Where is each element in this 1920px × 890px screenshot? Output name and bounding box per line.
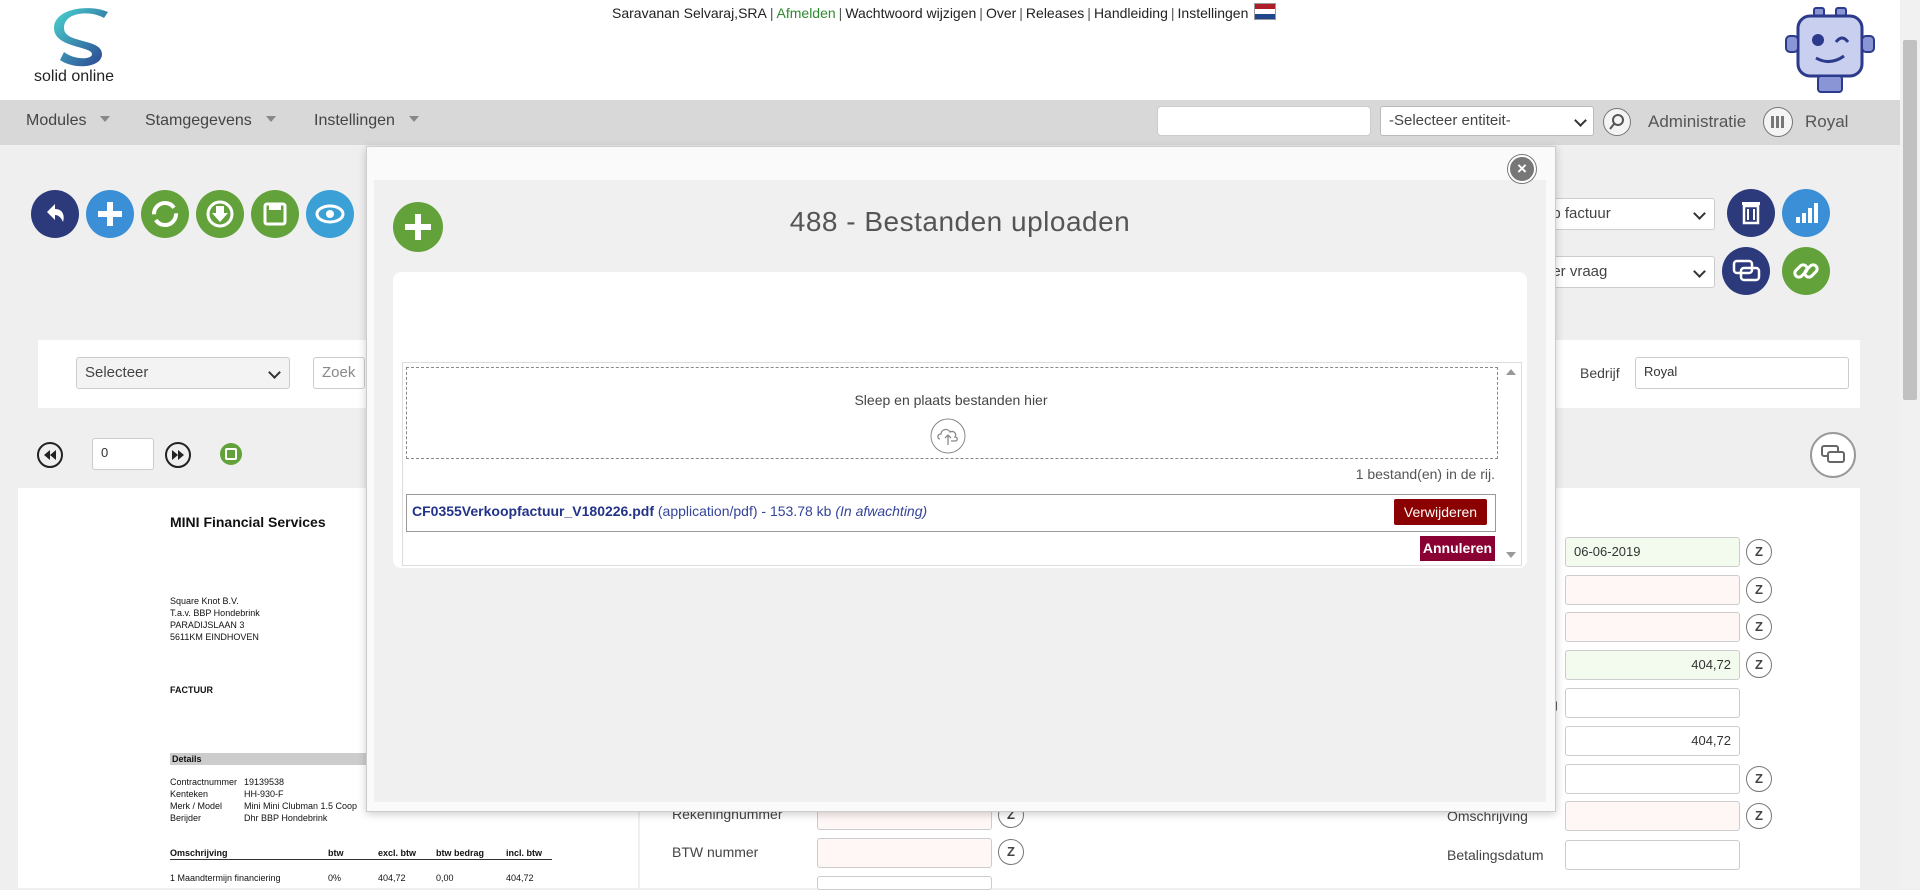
modal-title: 488 - Bestanden uploaden — [789, 206, 1131, 237]
cloud-upload-icon — [930, 418, 966, 454]
file-name: CF0355Verkoopfactuur_V180226.pdf — [412, 503, 654, 519]
dropzone-text: Sleep en plaats bestanden hier — [854, 392, 1048, 408]
close-icon[interactable]: × — [1508, 155, 1536, 183]
file-status: (In afwachting) — [835, 503, 928, 519]
file-meta: (application/pdf) - 153.78 kb — [657, 503, 832, 519]
remove-file-button[interactable]: Verwijderen — [1394, 499, 1487, 525]
page-scrollbar-thumb[interactable] — [1903, 40, 1917, 400]
scroll-up-arrow-icon[interactable] — [1506, 369, 1516, 375]
queue-count: 1 bestand(en) in de rij. — [1355, 466, 1495, 482]
scroll-down-arrow-icon[interactable] — [1506, 552, 1516, 558]
file-info: CF0355Verkoopfactuur_V180226.pdf (applic… — [412, 503, 927, 519]
cancel-upload-button[interactable]: Annuleren — [1420, 536, 1495, 561]
